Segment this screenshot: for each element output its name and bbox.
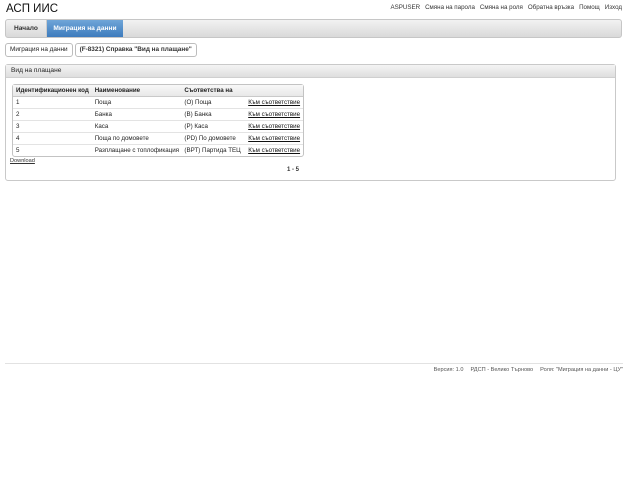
change-role-link[interactable]: Смяна на роля: [480, 4, 523, 11]
download-link[interactable]: Download: [10, 158, 35, 164]
cell-match: (PD) По домовете: [184, 135, 236, 142]
panel-title: Вид на плащане: [6, 65, 615, 78]
cell-id: 4: [16, 135, 20, 142]
change-password-link[interactable]: Смяна на парола: [425, 4, 475, 11]
feedback-link[interactable]: Обратна връзка: [528, 4, 574, 11]
column-header-action: [248, 85, 303, 96]
column-header-name[interactable]: Наименование: [95, 85, 185, 96]
to-match-link[interactable]: Към съответствие: [248, 111, 300, 118]
main-navbar: Начало Миграция на данни: [5, 19, 622, 38]
breadcrumb-current: (F-8321) Справка "Вид на плащане": [74, 43, 197, 57]
column-header-id[interactable]: Идентификационен код: [13, 85, 95, 96]
footer-role: Роля: "Миграция на данни - ЦУ": [540, 367, 623, 373]
footer: Версия: 1.0 РДСП - Велико Търново Роля: …: [434, 367, 623, 373]
user-link[interactable]: ASPUSER: [391, 4, 421, 11]
column-header-match[interactable]: Съответства на: [184, 85, 248, 96]
table-row: 3 Каса (Р) Каса Към съответствие: [13, 121, 303, 133]
cell-name: Поща: [94, 99, 112, 106]
help-link[interactable]: Помощ: [579, 4, 600, 11]
cell-match: (В) Банка: [184, 111, 212, 118]
to-match-link[interactable]: Към съответствие: [248, 135, 300, 142]
to-match-link[interactable]: Към съответствие: [248, 147, 300, 154]
footer-divider: [5, 363, 623, 364]
table-header: Идентификационен код Наименование Съотве…: [13, 85, 303, 97]
table-row: 5 Разплащане с топлофикация (ВРТ) Партид…: [13, 145, 303, 156]
payment-type-panel: Вид на плащане Идентификационен код Наим…: [5, 64, 616, 181]
cell-id: 5: [16, 147, 20, 154]
payment-type-table: Идентификационен код Наименование Съотве…: [12, 84, 304, 157]
cell-match: (ВРТ) Партида ТЕЦ: [184, 147, 241, 154]
footer-org: РДСП - Велико Търново: [470, 367, 534, 373]
breadcrumb-parent[interactable]: Миграция на данни: [5, 43, 73, 57]
logout-link[interactable]: Изход: [605, 4, 622, 11]
cell-name: Банка: [94, 111, 112, 118]
table-row: 2 Банка (В) Банка Към съответствие: [13, 109, 303, 121]
nav-tab-data-migration[interactable]: Миграция на данни: [47, 20, 123, 37]
footer-version: Версия: 1.0: [433, 367, 464, 373]
table-row: 4 Поща по домовете (PD) По домовете Към …: [13, 133, 303, 145]
table-row: 1 Поща (О) Поща Към съответствие: [13, 97, 303, 109]
cell-name: Каса: [94, 123, 109, 130]
app-title: АСП ИИС: [6, 3, 59, 15]
pager-range: 1 - 5: [287, 167, 300, 173]
cell-id: 1: [16, 99, 20, 106]
breadcrumb: Миграция на данни (F-8321) Справка "Вид …: [5, 43, 199, 57]
cell-id: 3: [16, 123, 20, 130]
nav-tab-home[interactable]: Начало: [6, 20, 47, 37]
cell-match: (Р) Каса: [184, 123, 208, 130]
to-match-link[interactable]: Към съответствие: [248, 99, 300, 106]
cell-name: Поща по домовете: [94, 135, 149, 142]
top-links: ASPUSER Смяна на парола Смяна на роля Об…: [391, 4, 623, 11]
cell-name: Разплащане с топлофикация: [94, 147, 180, 154]
to-match-link[interactable]: Към съответствие: [248, 123, 300, 130]
cell-match: (О) Поща: [184, 99, 212, 106]
cell-id: 2: [16, 111, 20, 118]
